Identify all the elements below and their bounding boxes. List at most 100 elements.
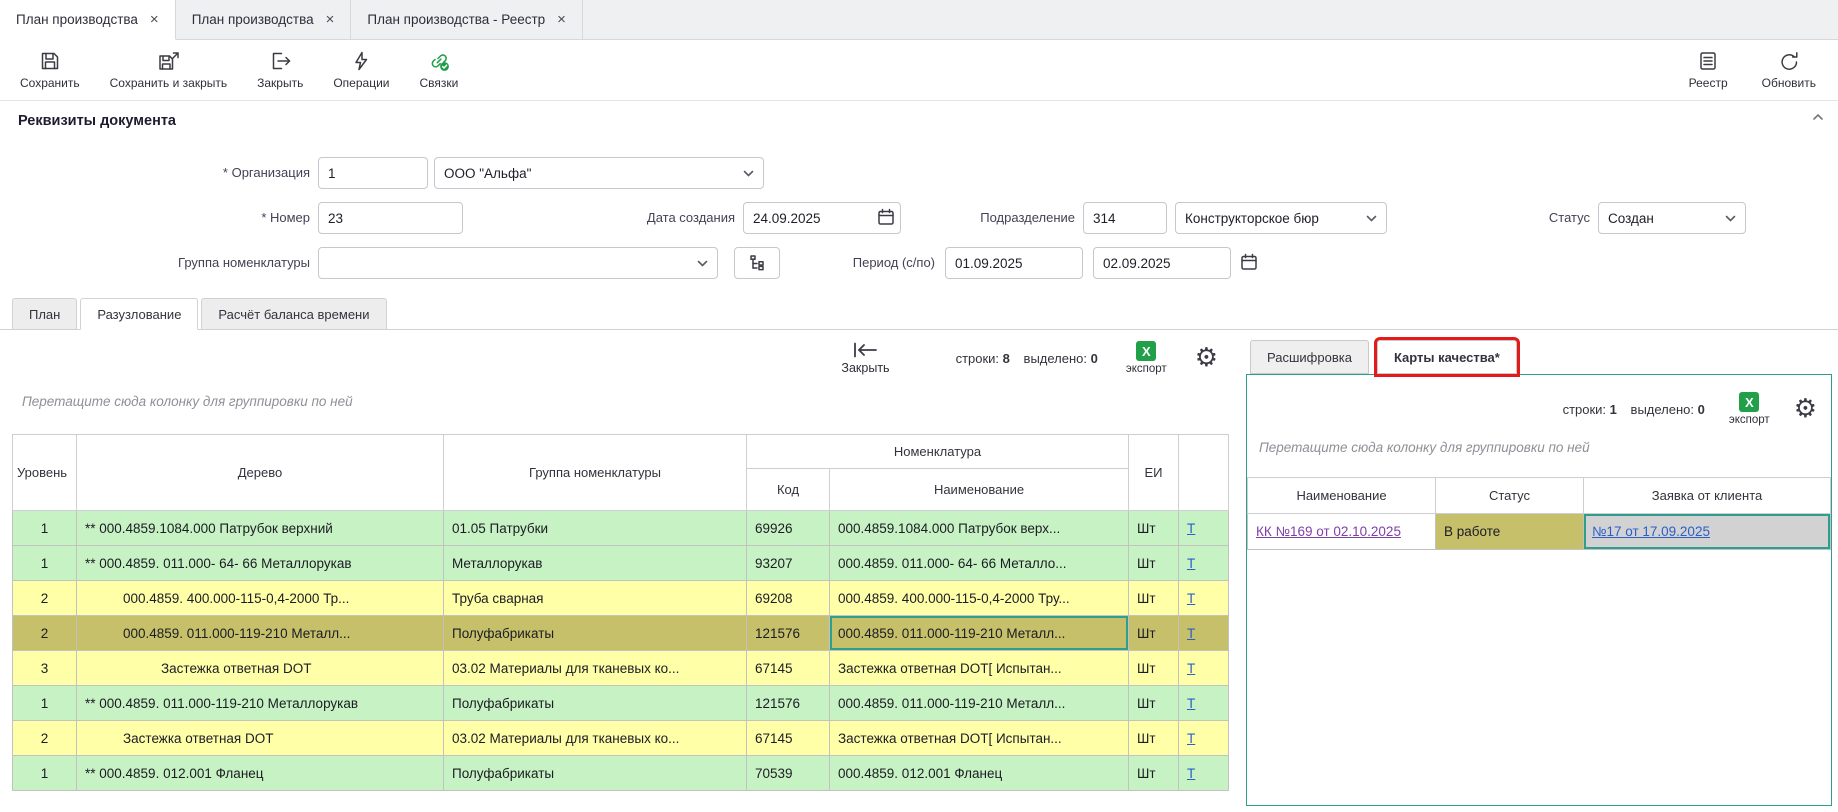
period-to-field[interactable] <box>1093 247 1231 279</box>
operations-button[interactable]: Операции <box>333 50 389 90</box>
number-label: * Номер <box>10 202 310 234</box>
column-header-extra[interactable] <box>1179 435 1229 511</box>
period-label: Период (с/по) <box>790 247 935 279</box>
column-header-unit[interactable]: ЕИ <box>1129 435 1179 511</box>
column-header-level[interactable]: Уровень <box>13 435 77 511</box>
row-link[interactable]: Т <box>1187 521 1195 536</box>
chevron-down-icon <box>697 260 708 267</box>
column-header-tree[interactable]: Дерево <box>77 435 444 511</box>
table-row[interactable]: 3 Застежка ответная DOT 03.02 Материалы … <box>13 651 1229 686</box>
quality-card-link[interactable]: КК №169 от 02.10.2025 <box>1256 524 1401 539</box>
main-toolbar: Сохранить Сохранить и закрыть Закрыть Оп… <box>0 40 1838 100</box>
window-tab-registry[interactable]: План производства - Реестр × <box>351 0 583 39</box>
window-tab-label: План производства <box>16 12 138 27</box>
gear-icon[interactable]: ⚙ <box>1794 396 1817 422</box>
lightning-icon <box>350 50 372 72</box>
window-tab-label: План производства - Реестр <box>367 12 545 27</box>
excel-icon: X <box>1136 341 1156 361</box>
focused-cell[interactable]: 000.4859. 011.000-119-210 Металл... <box>830 616 1129 651</box>
table-row-selected[interactable]: 2 000.4859. 011.000-119-210 Металл... По… <box>13 616 1229 651</box>
links-button[interactable]: Связки <box>419 50 458 90</box>
window-tab-plan-2[interactable]: План производства × <box>176 0 352 39</box>
quality-card-cell[interactable]: КК №169 от 02.10.2025 <box>1248 514 1436 550</box>
status-label: Статус <box>1480 202 1590 234</box>
chevron-up-icon[interactable] <box>1812 113 1824 121</box>
column-header-nomenclature[interactable]: Номенклатура <box>747 435 1129 469</box>
close-icon[interactable]: × <box>150 12 159 27</box>
period-from-field[interactable] <box>945 247 1083 279</box>
registry-icon <box>1697 50 1719 72</box>
grid-toolbar: Закрыть строки: 8 выделено: 0 X экспорт … <box>12 330 1228 386</box>
created-date-label: Дата создания <box>580 202 735 234</box>
registry-button[interactable]: Реестр <box>1689 50 1728 90</box>
table-row[interactable]: 1 ** 000.4859.1084.000 Патрубок верхний … <box>13 511 1229 546</box>
arrow-left-icon <box>851 341 879 359</box>
row-link[interactable]: Т <box>1187 556 1195 571</box>
status-select[interactable]: Создан <box>1598 202 1746 234</box>
column-header-name[interactable]: Наименование <box>1248 478 1436 514</box>
department-label: Подразделение <box>930 202 1075 234</box>
chain-link-icon <box>428 50 450 72</box>
row-link[interactable]: Т <box>1187 731 1195 746</box>
export-button[interactable]: X экспорт <box>1126 341 1167 375</box>
close-icon[interactable]: × <box>326 12 335 27</box>
organization-select[interactable]: ООО "Альфа" <box>434 157 764 189</box>
status-cell[interactable]: В работе <box>1436 514 1584 550</box>
nomenclature-group-select[interactable] <box>318 247 718 279</box>
table-row[interactable]: 1 ** 000.4859. 011.000- 64- 66 Металлору… <box>13 546 1229 581</box>
refresh-button[interactable]: Обновить <box>1762 50 1816 90</box>
column-header-status[interactable]: Статус <box>1436 478 1584 514</box>
column-header-group[interactable]: Группа номенклатуры <box>444 435 747 511</box>
gear-icon[interactable]: ⚙ <box>1195 345 1218 371</box>
tree-select-button[interactable] <box>734 247 780 279</box>
department-select[interactable]: Конструкторское бюр <box>1175 202 1387 234</box>
table-row[interactable]: 1 ** 000.4859. 012.001 Фланец Полуфабрик… <box>13 756 1229 791</box>
explosion-grid-pane: Закрыть строки: 8 выделено: 0 X экспорт … <box>12 330 1228 812</box>
tab-explosion[interactable]: Разузлование <box>80 298 198 330</box>
organization-code-field[interactable] <box>318 157 428 189</box>
window-tab-bar: План производства × План производства × … <box>0 0 1838 40</box>
number-field[interactable] <box>318 202 463 234</box>
quality-grid-toolbar: строки: 1 выделено: 0 X экспорт ⚙ <box>1247 375 1831 433</box>
client-request-cell[interactable]: №17 от 17.09.2025 <box>1584 514 1831 550</box>
chevron-down-icon <box>743 170 754 177</box>
explosion-table: Уровень Дерево Группа номенклатуры Номен… <box>12 434 1229 791</box>
tab-quality-cards[interactable]: Карты качества* <box>1377 340 1517 374</box>
organization-label: * Организация <box>10 157 310 189</box>
window-tab-label: План производства <box>192 12 314 27</box>
close-icon[interactable]: × <box>557 12 566 27</box>
excel-icon: X <box>1739 392 1759 412</box>
grid-row-counts: строки: 8 выделено: 0 <box>956 351 1098 366</box>
calendar-icon[interactable] <box>877 208 895 226</box>
column-header-request[interactable]: Заявка от клиента <box>1584 478 1831 514</box>
close-button[interactable]: Закрыть <box>257 50 303 90</box>
column-header-code[interactable]: Код <box>747 469 830 511</box>
tab-time-balance[interactable]: Расчёт баланса времени <box>201 298 386 330</box>
save-button[interactable]: Сохранить <box>20 50 80 90</box>
table-row[interactable]: 2 000.4859. 400.000-115-0,4-2000 Тр... Т… <box>13 581 1229 616</box>
group-by-dropzone[interactable]: Перетащите сюда колонку для группировки … <box>12 386 1228 416</box>
group-by-dropzone[interactable]: Перетащите сюда колонку для группировки … <box>1247 433 1831 461</box>
refresh-icon <box>1778 50 1800 72</box>
column-header-name[interactable]: Наименование <box>830 469 1129 511</box>
tab-decryption[interactable]: Расшифровка <box>1250 340 1369 374</box>
table-row[interactable]: 1 ** 000.4859. 011.000-119-210 Металлору… <box>13 686 1229 721</box>
client-request-link[interactable]: №17 от 17.09.2025 <box>1592 524 1710 539</box>
save-and-close-button[interactable]: Сохранить и закрыть <box>110 50 227 90</box>
tab-plan[interactable]: План <box>12 298 77 330</box>
table-row[interactable]: 2 Застежка ответная DOT 03.02 Материалы … <box>13 721 1229 756</box>
window-tab-plan-1[interactable]: План производства × <box>0 0 176 40</box>
row-link[interactable]: Т <box>1187 696 1195 711</box>
row-link[interactable]: Т <box>1187 626 1195 641</box>
department-code-field[interactable] <box>1083 202 1167 234</box>
right-panel: Расшифровка Карты качества* строки: 1 вы… <box>1246 330 1838 812</box>
grid-close-button[interactable]: Закрыть <box>841 341 889 375</box>
save-and-close-icon <box>157 50 179 72</box>
calendar-icon[interactable] <box>1240 253 1258 271</box>
export-button[interactable]: X экспорт <box>1729 392 1770 426</box>
row-link[interactable]: Т <box>1187 661 1195 676</box>
row-link[interactable]: Т <box>1187 766 1195 781</box>
right-panel-tab-bar: Расшифровка Карты качества* <box>1246 330 1838 374</box>
table-row[interactable]: КК №169 от 02.10.2025 В работе №17 от 17… <box>1248 514 1831 550</box>
row-link[interactable]: Т <box>1187 591 1195 606</box>
